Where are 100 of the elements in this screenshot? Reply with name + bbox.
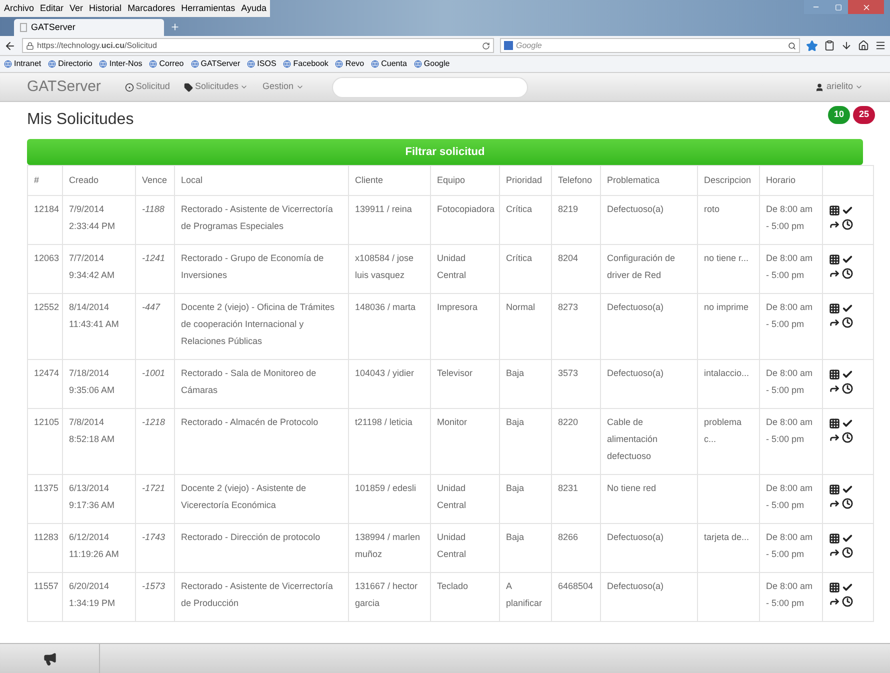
clock-icon[interactable] xyxy=(842,317,853,328)
bookmark-link[interactable]: ISOS xyxy=(247,58,276,70)
bookmark-link[interactable]: Inter-Nos xyxy=(99,58,142,70)
search-field[interactable]: Google xyxy=(500,38,800,53)
clock-icon[interactable] xyxy=(842,268,853,279)
table-cell: De 8:00 am - 5:00 pm xyxy=(766,302,813,329)
clipboard-icon[interactable] xyxy=(824,40,835,51)
clock-icon[interactable] xyxy=(842,596,853,607)
nav-link[interactable]: Gestion xyxy=(262,80,304,94)
table-cell: 12063 xyxy=(34,253,60,263)
reload-icon[interactable] xyxy=(482,42,490,50)
grid-icon[interactable] xyxy=(829,205,840,216)
column-header: Problematica xyxy=(600,166,698,196)
menu-item[interactable]: Ver xyxy=(70,2,84,16)
new-tab-icon[interactable] xyxy=(170,22,180,32)
table-cell: Defectuoso(a) xyxy=(607,532,664,542)
menu-icon[interactable] xyxy=(875,40,886,51)
table-cell: De 8:00 am - 5:00 pm xyxy=(766,368,813,395)
clock-icon[interactable] xyxy=(842,547,853,558)
table-cell: problema c... xyxy=(704,417,742,444)
nav-link[interactable]: Solicitud xyxy=(124,80,170,94)
close-icon xyxy=(862,2,870,12)
check-icon[interactable] xyxy=(842,582,853,593)
table-cell: 6468504 xyxy=(558,581,594,591)
table-cell: -1001 xyxy=(142,368,166,378)
nav-link[interactable]: Solicitudes xyxy=(184,80,248,94)
table-cell: 11557 xyxy=(34,581,58,591)
home-icon[interactable] xyxy=(858,40,869,51)
menu-item[interactable]: Herramientas xyxy=(181,2,236,16)
check-icon[interactable] xyxy=(842,533,853,544)
table-cell: -447 xyxy=(142,302,160,312)
check-icon[interactable] xyxy=(842,254,853,265)
table-cell: 8273 xyxy=(558,302,578,312)
table-cell: Baja xyxy=(506,368,524,378)
check-icon[interactable] xyxy=(842,418,853,429)
table-cell: Unidad Central xyxy=(437,483,466,510)
user-menu[interactable]: arielito xyxy=(815,80,863,94)
table-cell: 7/18/2014 9:35:06 AM xyxy=(69,368,115,395)
table-cell: De 8:00 am - 5:00 pm xyxy=(766,581,813,608)
bookmark-link[interactable]: Revo xyxy=(335,58,364,70)
table-cell: 8204 xyxy=(558,253,578,263)
forward-arrow-icon[interactable] xyxy=(829,383,840,394)
table-cell: 7/9/2014 2:33:44 PM xyxy=(69,204,116,231)
menu-item[interactable]: Ayuda xyxy=(241,2,266,16)
bookmark-link[interactable]: Correo xyxy=(149,58,184,70)
forward-arrow-icon[interactable] xyxy=(829,219,840,230)
maximize-icon xyxy=(834,4,842,10)
clock-icon[interactable] xyxy=(842,383,853,394)
menu-item[interactable]: Historial xyxy=(89,2,122,16)
forward-arrow-icon[interactable] xyxy=(829,498,840,509)
browser-tab[interactable]: GATServer xyxy=(14,19,164,36)
forward-arrow-icon[interactable] xyxy=(829,268,840,279)
table-cell: Defectuoso(a) xyxy=(607,302,664,312)
bookmark-link[interactable]: Facebook xyxy=(283,58,328,70)
table-cell: De 8:00 am - 5:00 pm xyxy=(766,204,813,231)
brand-link[interactable]: GATServer xyxy=(27,76,101,98)
table-cell: -1188 xyxy=(142,204,164,214)
bookmark-link[interactable]: Cuenta xyxy=(371,58,407,70)
clock-icon[interactable] xyxy=(842,432,853,443)
menu-item[interactable]: Archivo xyxy=(4,2,34,16)
check-icon[interactable] xyxy=(842,369,853,380)
forward-arrow-icon[interactable] xyxy=(829,547,840,558)
grid-icon[interactable] xyxy=(829,418,840,429)
table-cell: Televisor xyxy=(437,368,473,378)
grid-icon[interactable] xyxy=(829,254,840,265)
search-icon[interactable] xyxy=(788,42,796,50)
menu-item[interactable]: Marcadores xyxy=(128,2,176,16)
check-icon[interactable] xyxy=(842,205,853,216)
grid-icon[interactable] xyxy=(829,533,840,544)
forward-arrow-icon[interactable] xyxy=(829,432,840,443)
menu-item[interactable]: Editar xyxy=(40,2,64,16)
bookmark-link[interactable]: Directorio xyxy=(48,58,92,70)
download-icon[interactable] xyxy=(841,40,852,51)
table-cell: no tiene r... xyxy=(704,253,749,263)
table-cell: 6/13/2014 9:17:36 AM xyxy=(69,483,115,510)
table-cell: 104043 / yidier xyxy=(355,368,414,378)
forward-arrow-icon[interactable] xyxy=(829,317,840,328)
bookmark-link[interactable]: Google xyxy=(414,58,450,70)
back-icon[interactable] xyxy=(4,40,16,52)
column-header: Equipo xyxy=(430,166,500,196)
search-field[interactable] xyxy=(332,76,528,98)
megaphone-icon[interactable] xyxy=(42,652,56,666)
check-icon[interactable] xyxy=(842,484,853,495)
bookmark-link[interactable]: GATServer xyxy=(190,58,240,70)
grid-icon[interactable] xyxy=(829,582,840,593)
check-icon[interactable] xyxy=(842,303,853,314)
url-field[interactable]: https://technology.uci.cu/Solicitud xyxy=(22,38,494,53)
column-header: Telefono xyxy=(552,166,600,196)
table-cell: 148036 / marta xyxy=(355,302,416,312)
forward-arrow-icon[interactable] xyxy=(829,596,840,607)
grid-icon[interactable] xyxy=(829,369,840,380)
bookmark-star-icon[interactable] xyxy=(806,40,818,52)
clock-icon[interactable] xyxy=(842,498,853,509)
grid-icon[interactable] xyxy=(829,484,840,495)
bookmark-link[interactable]: Intranet xyxy=(4,58,42,70)
column-header: Local xyxy=(174,166,348,196)
clock-icon[interactable] xyxy=(842,219,853,230)
globe-icon xyxy=(247,60,256,68)
table-cell: Impresora xyxy=(437,302,478,312)
grid-icon[interactable] xyxy=(829,303,840,314)
